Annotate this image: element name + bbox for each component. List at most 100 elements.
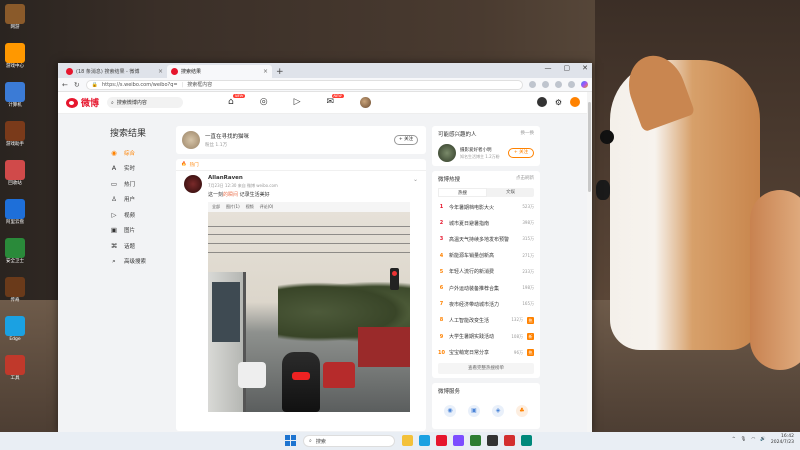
post-author[interactable]: AllanRaven	[208, 175, 418, 181]
settings-icon[interactable]	[568, 81, 575, 88]
new-tab-button[interactable]: +	[276, 66, 284, 78]
list-item[interactable]: 5 年轻人流行的新消费 233万	[438, 264, 534, 280]
desktop-icon[interactable]: 游戏助手	[3, 121, 27, 147]
video-icon[interactable]: ▷	[294, 97, 301, 108]
desktop-icon[interactable]: 阿里云盘	[3, 199, 27, 225]
post-action-tab[interactable]: 视频	[246, 204, 254, 210]
volume-icon[interactable]: 🔊	[760, 437, 766, 442]
home-icon[interactable]: ⌂ NEW	[228, 94, 246, 108]
favorites-icon[interactable]	[529, 81, 536, 88]
sidebar-item[interactable]: ⌕ 高级搜索	[110, 254, 170, 270]
post-action-tab[interactable]: 全部	[212, 204, 220, 210]
edge-icon[interactable]	[419, 435, 430, 446]
desktop-icon[interactable]: 安全卫士	[3, 238, 27, 264]
terminal-icon[interactable]	[487, 435, 498, 446]
user-name[interactable]: 一直在寻找的猫咪	[205, 132, 249, 140]
tab-entertainment[interactable]: 文娱	[487, 188, 534, 197]
sidebar-item[interactable]: ⌘ 话题	[110, 238, 170, 254]
list-item[interactable]: 8 人工智能改变生活 132万热	[438, 312, 534, 328]
tab-search-results-2[interactable]: 搜索结果 ×	[167, 65, 272, 78]
app-icon[interactable]	[470, 435, 481, 446]
service-icon[interactable]: ◈	[492, 404, 504, 417]
desktop-icon[interactable]: 计算机	[3, 82, 27, 108]
sidebar-item[interactable]: ▣ 图片	[110, 223, 170, 239]
app-icon[interactable]	[521, 435, 532, 446]
scroll-thumb[interactable]	[588, 102, 591, 192]
list-item[interactable]: 4 新能源车销量创新高 271万	[438, 248, 534, 264]
write-post-icon[interactable]	[570, 97, 580, 107]
user-avatar[interactable]	[182, 131, 200, 149]
sidebar-item[interactable]: ◉ 综合	[110, 145, 170, 161]
post-avatar[interactable]	[184, 175, 202, 193]
taskbar-search[interactable]: ⌕ 搜索	[303, 435, 395, 447]
minimize-icon[interactable]: —	[545, 64, 552, 72]
message-icon[interactable]: ✉ NEW	[327, 94, 344, 108]
list-item[interactable]: 10 宝宝萌宠日常分享 96万热	[438, 345, 534, 361]
weibo-favicon	[66, 68, 73, 75]
app-icon[interactable]	[453, 435, 464, 446]
post-action-tab[interactable]: 图片(1)	[226, 204, 240, 210]
start-button[interactable]	[285, 435, 296, 446]
weibo-logo[interactable]: 微博	[66, 96, 99, 109]
refresh-recommend-link[interactable]: 换一换	[521, 130, 535, 136]
desktop-icon[interactable]: Edge	[3, 316, 27, 342]
clock[interactable]: 16:42 2024/7/23	[771, 434, 794, 445]
app-icon[interactable]	[504, 435, 515, 446]
desktop-icon[interactable]: 回收站	[3, 160, 27, 186]
tab-hot[interactable]: 热搜	[438, 188, 487, 197]
desktop-icon[interactable]: 传奇	[3, 277, 27, 303]
close-window-icon[interactable]: ✕	[582, 64, 588, 72]
sidebar-item[interactable]: A 实时	[110, 161, 170, 177]
desktop-icon[interactable]: 网游	[3, 4, 27, 30]
wifi-icon[interactable]: ◠	[751, 437, 755, 442]
service-icon[interactable]: ◉	[444, 404, 456, 417]
chevron-up-icon[interactable]: ^	[732, 437, 736, 442]
close-tab-icon[interactable]: ×	[263, 68, 268, 75]
app-icon	[5, 277, 25, 297]
browser-app-icon[interactable]	[436, 435, 447, 446]
page-scrollbar[interactable]	[587, 92, 592, 432]
weibo-eye-icon	[66, 97, 78, 108]
post-action-tabs: 全部 图片(1) 视频 评论(0)	[208, 202, 410, 212]
sidebar-item[interactable]: ♙ 用户	[110, 192, 170, 208]
extensions-icon[interactable]	[542, 81, 549, 88]
list-item[interactable]: 3 高温天气持续多地发布预警 315万	[438, 231, 534, 247]
list-item[interactable]: 2 城市夏日避暑指南 398万	[438, 215, 534, 231]
list-item[interactable]: 9 大学生暑期实践活动 108万新	[438, 329, 534, 345]
recommend-avatar[interactable]	[438, 144, 456, 162]
sidebar-item[interactable]: ▭ 热门	[110, 176, 170, 192]
file-explorer-icon[interactable]	[402, 435, 413, 446]
post-action-tab[interactable]: 评论(0)	[260, 204, 274, 210]
hot-search-more-button[interactable]: 查看完整热搜榜单	[438, 362, 534, 374]
theme-icon[interactable]	[536, 97, 547, 107]
weibo-search-input[interactable]: ⌕ 搜索微博内容	[107, 97, 184, 108]
profile-icon[interactable]	[555, 81, 562, 88]
desktop-icon[interactable]: 游戏中心	[3, 43, 27, 69]
close-tab-icon[interactable]: ×	[158, 68, 163, 75]
avatar[interactable]	[360, 97, 372, 108]
chevron-down-icon[interactable]: ⌄	[413, 176, 418, 183]
follow-button[interactable]: + 关注	[394, 135, 418, 145]
desktop-icon[interactable]: 工具	[3, 355, 27, 381]
url-field[interactable]: 🔒 https://s.weibo.com/weibo?q= | 搜索框内容	[85, 79, 523, 90]
recommend-follow-button[interactable]: + 关注	[508, 148, 534, 158]
tab-search-results-1[interactable]: (18 条消息) 搜索结果 - 微博 ×	[62, 65, 167, 78]
copilot-icon[interactable]	[581, 81, 588, 88]
sidebar-item[interactable]: ▷ 视频	[110, 207, 170, 223]
service-icon[interactable]: ♣	[516, 404, 528, 417]
back-icon[interactable]: ←	[62, 81, 68, 89]
mic-icon[interactable]: 🎙	[741, 437, 747, 442]
gear-icon[interactable]: ⚙	[555, 98, 562, 107]
service-icon[interactable]: ▣	[468, 404, 480, 417]
user-card[interactable]: 一直在寻找的猫咪 粉丝 1.1万 + 关注	[176, 126, 426, 154]
search-icon: ⌕	[111, 99, 114, 106]
refresh-hot-search-link[interactable]: 点击刷新	[516, 175, 534, 181]
refresh-icon[interactable]: ↻	[74, 81, 80, 89]
list-item[interactable]: 7 夜市经济带动城市活力 165万	[438, 296, 534, 312]
list-item[interactable]: 6 户外运动装备推荐合集 198万	[438, 280, 534, 296]
discover-icon[interactable]: ◎	[260, 97, 268, 108]
nav-icon: A	[111, 164, 117, 173]
list-item[interactable]: 1 今年暑期档电影大火 523万	[438, 199, 534, 215]
post-photo[interactable]	[208, 212, 410, 412]
maximize-icon[interactable]: ▢	[564, 64, 571, 72]
